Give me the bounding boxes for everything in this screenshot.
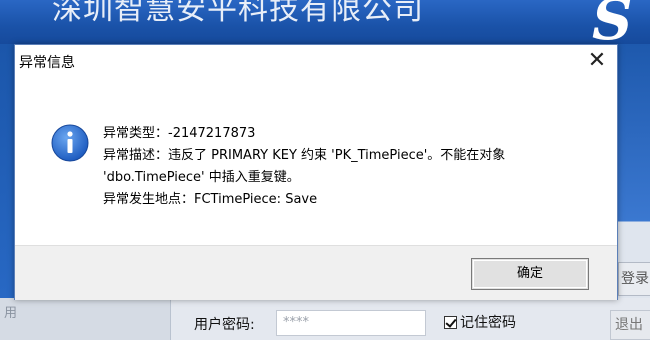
- dialog-body: 异常类型：-2147217873 异常描述：违反了 PRIMARY KEY 约束…: [15, 77, 617, 237]
- company-name: 深圳智慧安平科技有限公司: [52, 0, 424, 27]
- password-input[interactable]: ****: [276, 310, 426, 336]
- info-icon: [51, 124, 89, 162]
- username-label-partial: 用: [4, 306, 18, 321]
- remember-password-checkbox[interactable]: 记住密码: [444, 312, 516, 332]
- login-left-panel: [0, 298, 171, 340]
- exception-location-line: 异常发生地点：FCTimePiece: Save: [103, 192, 318, 207]
- exception-type-line: 异常类型：-2147217873: [103, 126, 256, 141]
- exception-dialog: 异常信息 ✕ 异常类型：-2147217873 异常描述：违反了 PRIMARY…: [14, 44, 618, 300]
- exit-button[interactable]: 退出: [610, 310, 650, 340]
- password-label: 用户密码:: [194, 317, 255, 333]
- exception-message: 异常类型：-2147217873 异常描述：违反了 PRIMARY KEY 约束…: [103, 123, 505, 211]
- exception-description-line-2: 'dbo.TimePiece' 中插入重复键。: [103, 170, 300, 185]
- brand-logo: S: [592, 0, 633, 44]
- dialog-footer: 确定: [15, 245, 617, 300]
- remember-password-label: 记住密码: [460, 315, 516, 331]
- checkbox-checked-icon[interactable]: [444, 315, 457, 329]
- dialog-titlebar: 异常信息 ✕: [15, 45, 617, 77]
- ok-button[interactable]: 确定: [471, 258, 589, 290]
- close-icon[interactable]: ✕: [583, 48, 611, 74]
- exception-description-line: 异常描述：违反了 PRIMARY KEY 约束 'PK_TimePiece'。不…: [103, 148, 506, 163]
- login-button[interactable]: 登录: [618, 262, 650, 296]
- app-header: 深圳智慧安平科技有限公司 S: [0, 0, 650, 44]
- app-left-edge: [0, 44, 14, 340]
- dialog-title: 异常信息: [19, 55, 75, 71]
